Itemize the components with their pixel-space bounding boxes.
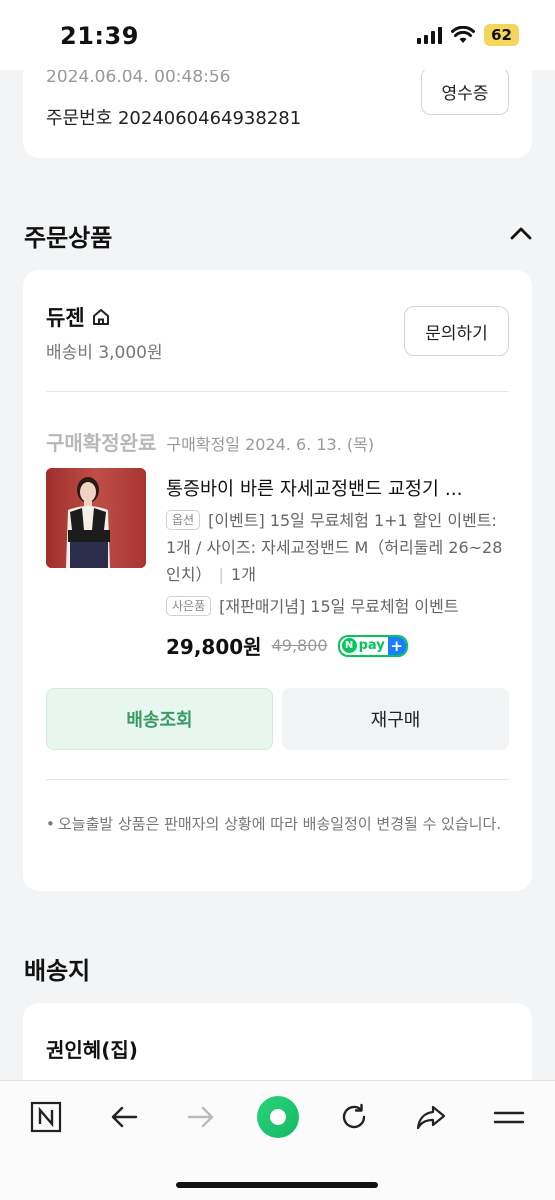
battery-indicator: 62 [484, 24, 519, 46]
status-label: 구매확정완료 [46, 431, 157, 455]
wifi-icon [451, 26, 476, 43]
inquiry-button[interactable]: 문의하기 [404, 306, 509, 356]
npay-n-icon: N [341, 638, 357, 653]
option-tag: 옵션 [166, 510, 201, 530]
original-price: 49,800 [271, 636, 328, 655]
ordered-product-card: 듀젠 배송비 3,000원 문의하기 구매확정완료 구매확정일 2024. 6.… [23, 270, 532, 891]
plus-icon: + [387, 636, 406, 655]
chevron-up-icon[interactable] [510, 225, 532, 241]
npay-label: pay [358, 638, 385, 653]
rebuy-button[interactable]: 재구매 [282, 688, 509, 750]
refresh-icon[interactable] [334, 1097, 374, 1137]
recipient-name: 권인혜(집) [46, 1038, 138, 1062]
divider [46, 391, 509, 392]
shipping-address-title: 배송지 [24, 957, 91, 985]
share-icon[interactable] [411, 1097, 451, 1137]
seller-name[interactable]: 듀젠 [46, 302, 111, 332]
divider [46, 779, 509, 780]
forward-arrow-icon[interactable] [181, 1097, 221, 1137]
product-title[interactable]: 통증바이 바른 자세교정밴드 교정기 ... [166, 475, 511, 501]
status-bar: 21:39 62 [0, 0, 555, 70]
product-option: 옵션 [이벤트] 15일 무료체험 1+1 할인 이벤트: 1개 / 사이즈: 자… [166, 510, 503, 584]
seller-name-label: 듀젠 [46, 306, 85, 330]
status-icons: 62 [417, 24, 519, 46]
option-quantity: 1개 [231, 565, 256, 584]
gift-tag: 사은품 [166, 596, 212, 616]
back-arrow-icon[interactable] [104, 1097, 144, 1137]
npay-plus-badge: N pay + [337, 634, 408, 657]
price-row: 29,800원 49,800 N pay + [166, 631, 408, 660]
n-logo-icon[interactable] [26, 1097, 66, 1137]
home-indicator [176, 1182, 378, 1188]
browser-bottom-bar [0, 1080, 555, 1200]
home-green-icon[interactable] [256, 1095, 300, 1139]
signal-icon [417, 26, 443, 44]
store-home-icon [92, 309, 109, 325]
order-datetime: 2024.06.04. 00:48:56 [46, 67, 231, 87]
track-delivery-button[interactable]: 배송조회 [46, 688, 273, 750]
order-number: 주문번호 2024060464938281 [46, 108, 302, 129]
purchase-status: 구매확정완료 구매확정일 2024. 6. 13. (목) [46, 427, 374, 456]
status-time: 21:39 [60, 22, 139, 50]
price: 29,800원 [166, 635, 262, 659]
gift-info: 사은품 [재판매기념] 15일 무료체험 이벤트 [166, 593, 511, 617]
receipt-button[interactable]: 영수증 [421, 67, 509, 115]
confirm-date: 구매확정일 2024. 6. 13. (목) [166, 435, 375, 454]
shipping-notice: 오늘출발 상품은 판매자의 상황에 따라 배송일정이 변경될 수 있습니다. [46, 811, 511, 838]
product-thumbnail[interactable] [46, 468, 146, 568]
gift-text: [재판매기념] 15일 무료체험 이벤트 [219, 597, 459, 616]
menu-icon[interactable] [489, 1097, 529, 1137]
ordered-products-title: 주문상품 [24, 224, 113, 252]
shipping-fee: 배송비 3,000원 [46, 343, 163, 363]
